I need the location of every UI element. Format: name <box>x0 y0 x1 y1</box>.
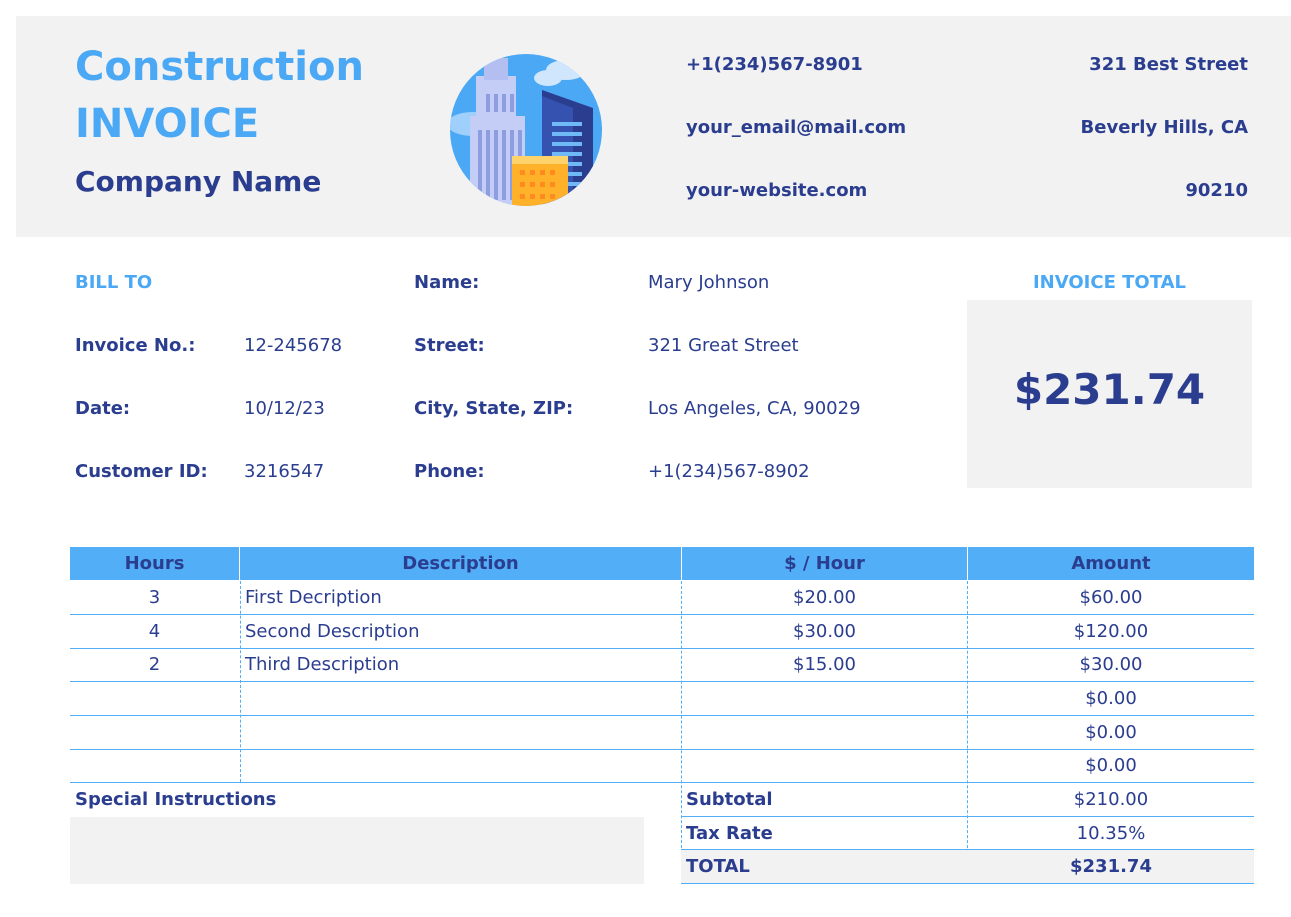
row-5-amount: $0.00 <box>1085 722 1137 743</box>
subtotal-label: Subtotal <box>686 789 773 810</box>
date-label: Date: <box>75 398 131 419</box>
row-1-hours: 3 <box>148 587 161 608</box>
special-instructions-field[interactable] <box>70 817 644 884</box>
street-value: 321 Great Street <box>648 335 799 356</box>
name-value: Mary Johnson <box>648 272 770 293</box>
total-label: TOTAL <box>686 856 750 877</box>
phone-value: +1(234)567-8902 <box>648 461 810 482</box>
header-street: 321 Best Street <box>1089 54 1248 75</box>
header-website: your-website.com <box>686 180 868 201</box>
row-3-rate: $15.00 <box>793 654 856 675</box>
invoice-total-amount: $231.74 <box>1013 365 1206 414</box>
column-header-rate: $ / Hour <box>784 553 865 574</box>
row-4-amount: $0.00 <box>1085 688 1137 709</box>
tax-rate-label: Tax Rate <box>686 823 773 844</box>
row-6-amount: $0.00 <box>1085 755 1137 776</box>
invoice-total-heading: INVOICE TOTAL <box>1032 272 1186 293</box>
buildings-logo-icon <box>448 46 608 211</box>
company-name: Company Name <box>75 165 322 198</box>
row-3-amount: $30.00 <box>1079 654 1143 675</box>
row-3-description: Third Description <box>245 654 400 675</box>
row-2-hours: 4 <box>148 621 161 642</box>
city-value: Los Angeles, CA, 90029 <box>648 398 861 419</box>
row-1-amount: $60.00 <box>1079 587 1143 608</box>
name-label: Name: <box>414 272 480 293</box>
subtotal-value: $210.00 <box>1073 789 1149 810</box>
customer-id-value: 3216547 <box>244 461 325 482</box>
header-phone: +1(234)567-8901 <box>686 54 863 75</box>
city-label: City, State, ZIP: <box>414 398 574 419</box>
row-1-description: First Decription <box>245 587 382 608</box>
tax-rate-value: 10.35% <box>1076 823 1146 844</box>
header-city: Beverly Hills, CA <box>1080 117 1248 138</box>
row-2-rate: $30.00 <box>793 621 856 642</box>
total-value: $231.74 <box>1070 856 1152 877</box>
column-header-hours: Hours <box>124 553 185 574</box>
header-email: your_email@mail.com <box>686 117 907 138</box>
row-3-hours: 2 <box>148 654 161 675</box>
column-header-amount: Amount <box>1071 553 1151 574</box>
phone-label: Phone: <box>414 461 485 482</box>
customer-id-label: Customer ID: <box>75 461 208 482</box>
street-label: Street: <box>414 335 485 356</box>
special-instructions-label: Special Instructions <box>75 789 277 810</box>
title-line-2: INVOICE <box>75 101 260 147</box>
row-2-amount: $120.00 <box>1073 621 1149 642</box>
column-header-description: Description <box>402 553 519 574</box>
row-divider <box>681 883 1254 884</box>
header-zip: 90210 <box>1185 180 1248 201</box>
row-2-description: Second Description <box>245 621 420 642</box>
column-divider <box>240 581 241 782</box>
invoice-no-value: 12-245678 <box>244 335 343 356</box>
row-1-rate: $20.00 <box>793 587 856 608</box>
bill-to-heading: BILL TO <box>75 272 153 293</box>
invoice-no-label: Invoice No.: <box>75 335 196 356</box>
title-line-1: Construction <box>75 44 364 90</box>
date-value: 10/12/23 <box>244 398 325 419</box>
